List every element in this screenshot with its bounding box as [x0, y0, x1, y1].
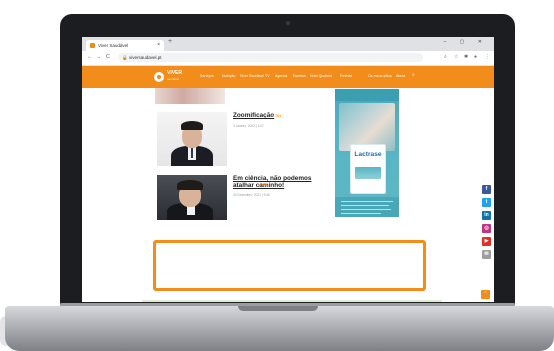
nav-item-alerta[interactable]: Alerta — [396, 74, 405, 78]
tab-title: Viver Saudável — [98, 43, 129, 48]
forward-button[interactable]: → — [96, 54, 102, 60]
logo-subtitle: saudável — [167, 77, 180, 81]
search-icon[interactable]: ⌕ — [412, 72, 415, 78]
footer-strip — [142, 300, 442, 302]
nav-item-escritos[interactable]: Escritos — [293, 74, 306, 78]
lock-icon: 🔒 — [122, 55, 128, 60]
back-to-top-button[interactable]: ⌃ — [481, 290, 490, 299]
new-tab-button[interactable]: + — [168, 38, 172, 45]
instagram-icon[interactable]: ◎ — [482, 224, 491, 233]
ad-header — [335, 89, 399, 101]
url-text: viversaudavel.pt — [129, 55, 162, 60]
favicon-icon — [90, 43, 95, 48]
article-title-link[interactable]: Zoomificação — [233, 112, 274, 119]
ad-brand: Lactrase — [354, 151, 382, 158]
nav-item-revista[interactable]: Revista — [340, 74, 352, 78]
nav-item-nutri-quotient[interactable]: Nutri Quotient — [310, 74, 332, 78]
article-thumbnail-previous[interactable] — [155, 88, 225, 104]
nav-item-agenda[interactable]: Agenda — [275, 74, 287, 78]
article-date: 3 Janeiro, 2022 | 1:07 — [233, 124, 264, 128]
nav-item-nutricao[interactable]: Nutrição — [222, 74, 235, 78]
webcam — [286, 21, 290, 25]
highlight-box — [153, 240, 426, 291]
zoom-icon[interactable]: ⌕ — [444, 54, 447, 60]
laptop-base — [5, 306, 554, 351]
browser-tab[interactable]: Viver Saudável × — [86, 40, 164, 51]
article-date: 30 Dezembro, 2021 | 9:46 — [233, 193, 270, 197]
article-title-link[interactable]: Em ciência, não podemos atalhar caminho! — [233, 175, 331, 190]
nav-item-servicos[interactable]: Serviços — [200, 74, 214, 78]
logo-text[interactable]: VIVER — [167, 71, 182, 76]
comment-count-badge: ● 646 — [259, 183, 269, 187]
laptop-notch — [238, 306, 318, 311]
address-bar[interactable]: 🔒 viversaudavel.pt — [118, 53, 423, 62]
nav-item-tv[interactable]: Viver Saudável TV — [240, 74, 270, 78]
comment-count-badge: ● 761 — [272, 114, 282, 118]
linkedin-icon[interactable]: in — [482, 211, 491, 220]
extensions-icon[interactable]: ✱ — [464, 54, 468, 60]
window-controls[interactable]: – ▢ ✕ — [444, 39, 488, 45]
bookmark-star-icon[interactable]: ☆ — [454, 54, 458, 60]
back-button[interactable]: ← — [87, 54, 93, 60]
tab-close-icon[interactable]: × — [157, 40, 160, 51]
ad-product-box: Lactrase — [350, 144, 386, 194]
logo-icon[interactable] — [154, 72, 164, 82]
reload-button[interactable]: C — [106, 54, 110, 60]
youtube-icon[interactable]: ▶ — [482, 237, 491, 246]
facebook-icon[interactable]: f — [482, 185, 491, 194]
article-thumbnail[interactable] — [157, 112, 227, 166]
laptop-screen: Viver Saudável × + – ▢ ✕ ← → C 🔒 viversa… — [82, 37, 494, 302]
advertisement-banner[interactable]: Lactrase — [335, 89, 399, 217]
browser-toolbar: ← → C 🔒 viversaudavel.pt ⌕ ☆ ✱ ● ⋮ — [82, 51, 494, 66]
browser-tabbar: Viver Saudável × + – ▢ ✕ — [82, 37, 494, 51]
browser-menu-icon[interactable]: ⋮ — [485, 54, 490, 60]
nav-item-meus-sitios[interactable]: Os meus sítios — [368, 74, 392, 78]
ad-product-stripe — [355, 167, 381, 179]
twitter-icon[interactable]: t — [482, 198, 491, 207]
ad-footer — [335, 197, 399, 217]
site-header: VIVER saudável Serviços Nutrição Viver S… — [82, 66, 494, 88]
article-thumbnail[interactable] — [157, 175, 227, 220]
email-icon[interactable]: ✉ — [482, 250, 491, 259]
profile-avatar-icon[interactable]: ● — [474, 54, 477, 60]
